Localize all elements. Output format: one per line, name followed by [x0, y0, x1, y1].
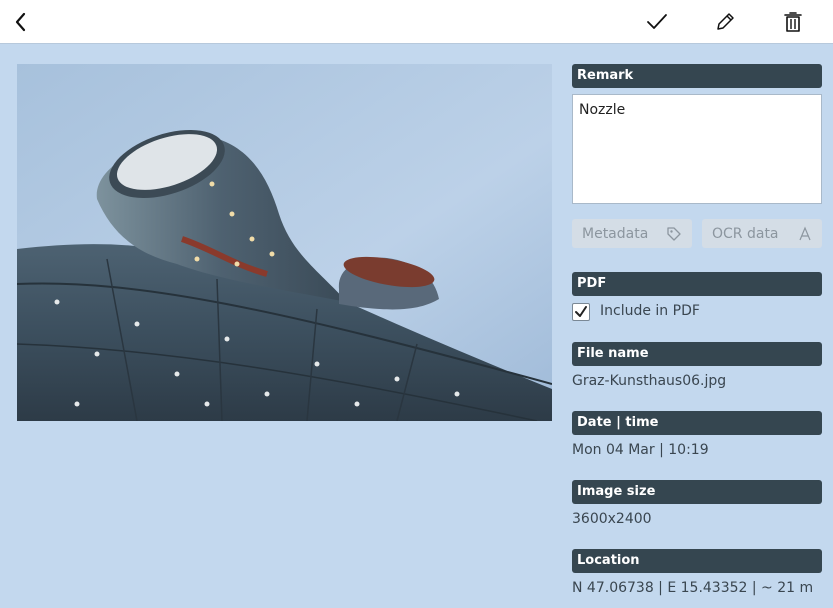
location-header: Location	[572, 549, 822, 573]
edit-button[interactable]	[708, 5, 742, 39]
location-value: N 47.06738 | E 15.43352 | ~ 21 m	[572, 580, 814, 596]
photo-image	[17, 64, 552, 421]
date-time-value: Mon 04 Mar | 10:19	[572, 442, 709, 458]
image-size-header: Image size	[572, 480, 822, 504]
text-ocr-icon	[799, 225, 811, 240]
metadata-button[interactable]: Metadata	[572, 219, 692, 248]
top-toolbar	[0, 0, 833, 44]
chevron-left-icon	[15, 12, 26, 32]
delete-button[interactable]	[776, 5, 810, 39]
remark-textarea[interactable]: Nozzle	[572, 94, 822, 204]
image-size-value: 3600x2400	[572, 511, 652, 527]
ocr-data-button[interactable]: OCR data	[702, 219, 822, 248]
date-time-header: Date | time	[572, 411, 822, 435]
remark-header: Remark	[572, 64, 822, 88]
back-button[interactable]	[4, 5, 38, 39]
check-icon	[575, 306, 587, 317]
pdf-header: PDF	[572, 272, 822, 296]
include-in-pdf-label: Include in PDF	[600, 303, 700, 319]
checkmark-icon	[647, 14, 667, 29]
include-in-pdf-checkbox[interactable]	[572, 303, 590, 321]
pencil-icon	[717, 13, 734, 30]
confirm-button[interactable]	[640, 5, 674, 39]
metadata-label: Metadata	[582, 225, 649, 242]
tag-icon	[667, 226, 681, 241]
file-name-value: Graz-Kunsthaus06.jpg	[572, 373, 727, 389]
photo-preview[interactable]	[17, 64, 552, 421]
ocr-label: OCR data	[712, 225, 779, 242]
file-name-header: File name	[572, 342, 822, 366]
trash-icon	[784, 12, 802, 32]
